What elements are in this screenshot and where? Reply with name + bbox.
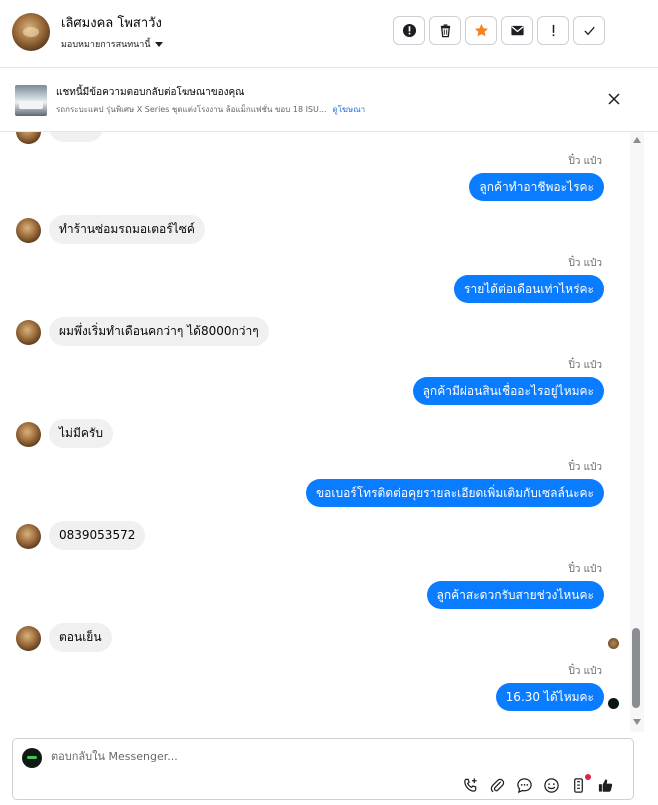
check-icon: [583, 26, 595, 36]
saved-replies-icon: [517, 778, 532, 794]
sender-name: ปิ๋ว แป๋ว: [568, 156, 602, 167]
mark-done-button[interactable]: [573, 16, 605, 45]
message-bubble-outgoing[interactable]: ลูกค้าทำอาชีพอะไรคะ: [469, 173, 604, 201]
spam-button[interactable]: [393, 16, 425, 45]
call-add-button[interactable]: [462, 777, 479, 794]
call-add-icon: [464, 778, 477, 792]
contact-avatar-small: [16, 218, 41, 243]
reply-composer: [12, 738, 634, 800]
delete-button[interactable]: [429, 16, 461, 45]
contact-avatar[interactable]: [12, 13, 50, 51]
message-bubble-outgoing[interactable]: 16.30 ได้ไหมคะ: [495, 683, 604, 711]
ad-thumbnail[interactable]: [15, 85, 47, 116]
emoji-button[interactable]: [543, 777, 560, 794]
message-bubble-incoming[interactable]: ไม่มีครับ: [49, 419, 113, 448]
like-button[interactable]: [597, 777, 614, 794]
contact-avatar-small: [16, 626, 41, 651]
trash-icon: [440, 24, 450, 38]
sender-name: ปิ๋ว แป๋ว: [568, 360, 602, 371]
assign-label: มอบหมายการสนทนานี้: [61, 40, 151, 50]
sender-name: ปิ๋ว แป๋ว: [568, 564, 602, 575]
alert-circle-icon: [402, 23, 416, 38]
message-bubble-outgoing[interactable]: ขอเบอร์โทรติดต่อคุยรายละเอียดเพิ่มเติมกั…: [305, 479, 604, 507]
contact-name[interactable]: เลิศมงคล โพสาวัง: [61, 12, 162, 33]
message-bubble-outgoing[interactable]: ลูกค้ามีผ่อนสินเชื่ออะไรอยู่ไหมคะ: [412, 377, 604, 405]
emoji-icon: [544, 778, 559, 793]
notification-dot: [585, 774, 591, 780]
star-icon: [474, 23, 488, 37]
contact-avatar-small: [16, 132, 41, 144]
message-bubble-incoming[interactable]: [49, 132, 103, 142]
attach-file-button[interactable]: [489, 777, 506, 794]
scroll-down-arrow-icon[interactable]: [633, 719, 641, 725]
message-bubble-incoming[interactable]: 0839053572: [49, 521, 146, 550]
message-thread[interactable]: ปิ๋ว แป๋ว ลูกค้าทำอาชีพอะไรคะ ทำร้านซ่อม…: [0, 132, 630, 732]
ad-description: รถกระบะแคป รุ่นพิเศษ X Series ชุดแต่งโรง…: [56, 105, 327, 114]
ad-banner-subtitle: รถกระบะแคป รุ่นพิเศษ X Series ชุดแต่งโรง…: [56, 103, 365, 116]
mark-unread-button[interactable]: [501, 16, 533, 45]
scroll-up-arrow-icon[interactable]: [633, 137, 641, 143]
view-ad-link[interactable]: ดูโฆษณา: [333, 105, 366, 114]
scrollbar-thumb[interactable]: [632, 628, 640, 708]
apps-button[interactable]: [570, 774, 591, 794]
ad-reply-banner: แชทนี้มีข้อความตอบกลับต่อโฆษณาของคุณ รถก…: [0, 68, 658, 132]
contact-avatar-small: [16, 320, 41, 345]
saved-replies-button[interactable]: [516, 777, 533, 794]
assign-conversation-dropdown[interactable]: มอบหมายการสนทนานี้: [61, 37, 163, 51]
sent-status-icon: [608, 698, 619, 709]
follow-up-button[interactable]: [537, 16, 569, 45]
ad-banner-title: แชทนี้มีข้อความตอบกลับต่อโฆษณาของคุณ: [56, 87, 245, 98]
sender-name: ปิ๋ว แป๋ว: [568, 666, 602, 677]
caret-down-icon: [154, 41, 163, 47]
like-icon: [598, 779, 613, 792]
star-button[interactable]: [465, 16, 497, 45]
attachment-icon: [490, 778, 505, 793]
seen-avatar-icon: [608, 638, 619, 649]
exclamation-icon: [552, 24, 554, 37]
message-bubble-outgoing[interactable]: รายได้ต่อเดือนเท่าไหร่คะ: [454, 275, 604, 303]
message-bubble-incoming[interactable]: ทำร้านซ่อมรถมอเตอร์ไซค์: [49, 215, 205, 244]
app-icon: [574, 778, 583, 793]
message-bubble-incoming[interactable]: ผมพึ่งเริ่มทำเดือนคกว่าๆ ได้8000กว่าๆ: [49, 317, 269, 346]
contact-avatar-small: [16, 524, 41, 549]
message-bubble-outgoing[interactable]: ลูกค้าสะดวกรับสายช่วงไหนคะ: [426, 581, 604, 609]
close-icon[interactable]: [606, 91, 622, 107]
reply-input[interactable]: [51, 750, 451, 763]
contact-avatar-small: [16, 422, 41, 447]
header-actions: [393, 16, 605, 45]
page-avatar: [22, 748, 42, 768]
sender-name: ปิ๋ว แป๋ว: [568, 258, 602, 269]
composer-toolbar: [462, 774, 614, 794]
sender-name: ปิ๋ว แป๋ว: [568, 462, 602, 473]
envelope-icon: [510, 25, 524, 36]
message-bubble-incoming[interactable]: ตอนเย็น: [49, 623, 112, 652]
conversation-header: เลิศมงคล โพสาวัง มอบหมายการสนทนานี้: [0, 0, 658, 68]
